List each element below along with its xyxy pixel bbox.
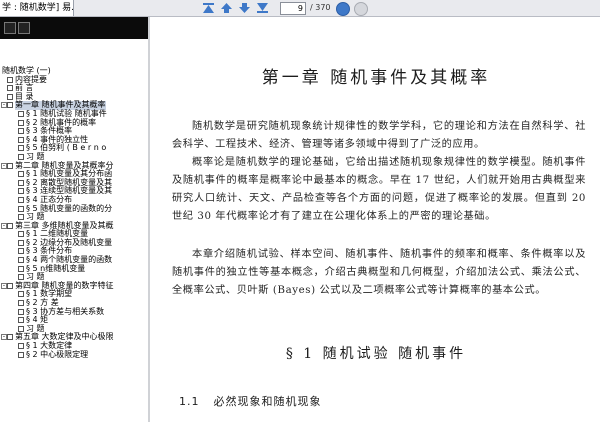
panel-header — [0, 17, 148, 39]
bookmark-icon — [18, 145, 24, 152]
outline-tree: 随机数学 (一) 内容提要前 言目 录 - 第一章 随机事件及其概率 § 1 随机试验… — [0, 66, 148, 360]
bookmark-icon — [18, 239, 24, 246]
bookmark-icon — [18, 128, 24, 135]
page-number-input[interactable]: 9 — [280, 2, 306, 15]
bookmark-icon — [7, 93, 13, 100]
outline-chapter-item[interactable]: - 第四章 随机变量的数字特征 — [0, 281, 148, 291]
outline-section-item[interactable]: § 5 随机变量的函数的分 — [0, 204, 148, 214]
bookmark-icon — [18, 196, 24, 203]
outline-section-item[interactable]: § 3 连续型随机变量及其 — [0, 187, 148, 196]
outline-section-item[interactable]: § 2 边缘分布及随机变量 — [0, 238, 148, 248]
bookmark-icon — [18, 179, 24, 186]
bookmark-icon — [7, 222, 13, 229]
bookmark-icon — [18, 214, 24, 221]
bookmark-icon — [18, 136, 24, 143]
bookmark-icon — [18, 153, 24, 160]
bookmark-icon — [18, 343, 24, 349]
outline-section-item[interactable]: § 3 协方差与相关系数 — [0, 307, 148, 317]
bookmark-icon — [7, 85, 13, 92]
subsection-heading: 1.1 必然现象和随机现象 — [179, 393, 322, 409]
outline-section-item[interactable]: § 5 伯努利 ( B e r n o — [0, 144, 148, 153]
stop-icon[interactable] — [354, 2, 368, 16]
outline-section-item[interactable]: § 2 随机事件的概率 — [0, 118, 148, 128]
bookmark-icon — [7, 76, 13, 83]
bookmark-icon — [18, 257, 24, 264]
page-total: / 370 — [310, 3, 331, 12]
toolbar: 学 : 随机数学] 易... 9 / 370 — [0, 0, 600, 17]
bookmark-icon — [18, 119, 24, 126]
outline-section-item[interactable]: § 4 矩 — [0, 316, 148, 325]
outline-chapter-item[interactable]: - 第五章 大数定律及中心极限 — [0, 333, 148, 342]
bookmark-icon — [18, 110, 24, 117]
subsection-title: 必然现象和随机现象 — [213, 395, 322, 408]
panel-button-icon[interactable] — [4, 22, 16, 34]
panel-scrollbar[interactable] — [148, 17, 150, 422]
outline-section-item[interactable]: § 1 数学期望 — [0, 290, 148, 299]
section-title: § 1 随机试验 随机事件 — [285, 346, 467, 362]
document-tab[interactable]: 学 : 随机数学] 易... — [0, 0, 74, 16]
bookmark-icon — [18, 274, 24, 281]
bookmark-icon — [18, 205, 24, 212]
bookmark-icon — [7, 162, 13, 169]
bookmark-icon — [18, 248, 24, 255]
prev-page-icon[interactable] — [220, 2, 233, 14]
bookmark-icon — [7, 282, 13, 289]
paragraph: 本章介绍随机试验、样本空间、随机事件、随机事件的频率和概率、条件概率以及随机事件… — [172, 249, 586, 296]
bookmark-icon — [18, 265, 24, 272]
panel-button-icon[interactable] — [18, 22, 30, 34]
paragraph: 随机数学是研究随机现象统计规律性的数学学科，它的理论和方法在自然科学、社会科学、… — [172, 121, 586, 150]
bookmark-panel: 随机数学 (一) 内容提要前 言目 录 - 第一章 随机事件及其概率 § 1 随机试验… — [0, 17, 148, 422]
paragraph: 概率论是随机数学的理论基础，它给出描述随机现象规律性的数学模型。随机事件及随机事… — [172, 157, 586, 222]
bookmark-icon — [18, 317, 24, 324]
bookmark-icon — [7, 334, 13, 341]
go-page-icon[interactable] — [336, 2, 350, 16]
first-page-icon[interactable] — [202, 2, 215, 14]
bookmark-icon — [18, 351, 24, 358]
outline-section-item[interactable]: § 5 n维随机变量 — [0, 264, 148, 274]
bookmark-icon — [18, 231, 24, 238]
bookmark-icon — [7, 102, 13, 109]
bookmark-icon — [18, 188, 24, 195]
chapter-title: 第一章 随机事件及其概率 — [261, 68, 491, 88]
next-page-icon[interactable] — [238, 2, 251, 14]
bookmark-icon — [18, 291, 24, 298]
bookmark-icon — [18, 300, 24, 307]
last-page-icon[interactable] — [256, 2, 269, 14]
bookmark-icon — [18, 308, 24, 315]
bookmark-icon — [18, 325, 24, 332]
outline-section-item[interactable]: § 2 中心极限定理 — [0, 349, 148, 360]
document-page: 第一章 随机事件及其概率 随机数学是研究随机现象统计规律性的数学学科，它的理论和… — [152, 17, 600, 422]
bookmark-icon — [18, 171, 24, 178]
subsection-number: 1.1 — [179, 395, 200, 408]
outline-item-label: § 2 中心极限定理 — [26, 349, 89, 359]
